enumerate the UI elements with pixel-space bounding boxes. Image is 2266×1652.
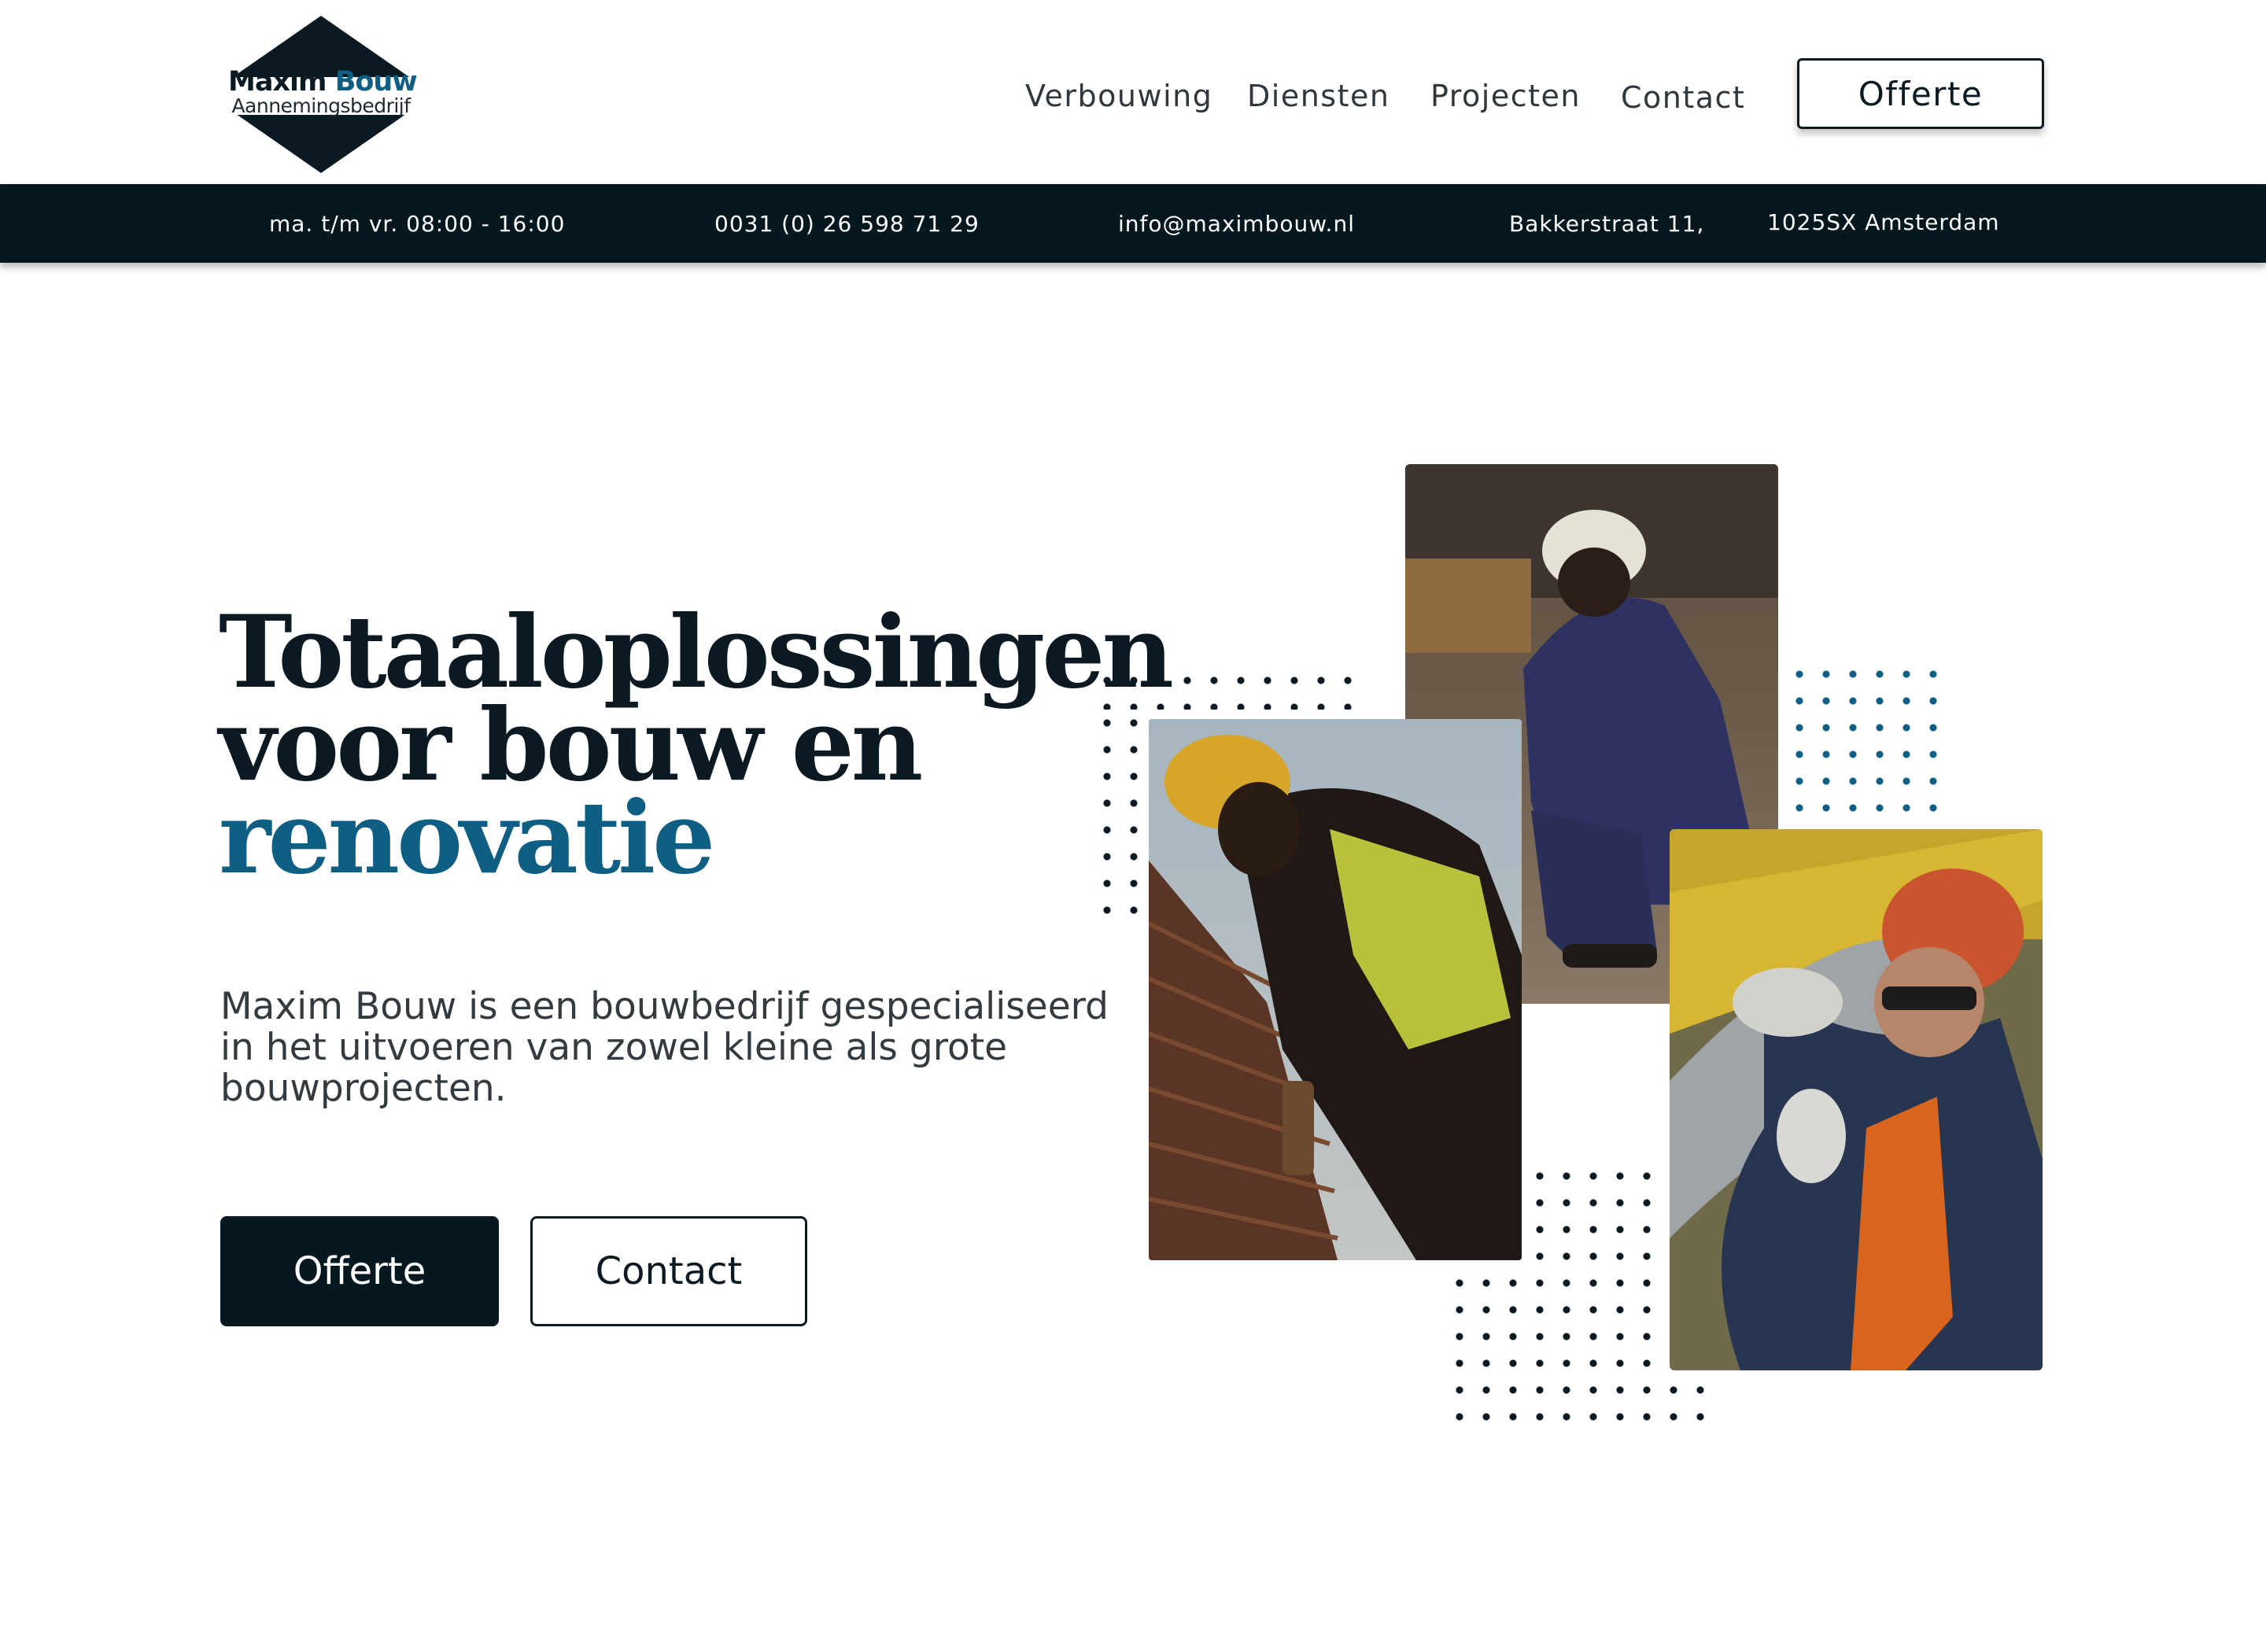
logo-name-part1: Maxim — [228, 66, 327, 98]
contact-button[interactable]: Contact — [530, 1216, 807, 1326]
dot-pattern-blue — [1786, 661, 1947, 821]
offerte-button[interactable]: Offerte — [220, 1216, 499, 1326]
opening-hours: ma. t/m vr. 08:00 - 16:00 — [269, 211, 566, 237]
phone-number[interactable]: 0031 (0) 26 598 71 29 — [714, 211, 980, 237]
headline-line-2: voor bouw en — [219, 687, 923, 803]
header-offerte-button[interactable]: Offerte — [1797, 58, 2044, 129]
nav-diensten[interactable]: Diensten — [1247, 79, 1389, 113]
nav-projecten[interactable]: Projecten — [1430, 79, 1581, 113]
address-city: 1025SX Amsterdam — [1767, 209, 2000, 235]
logo[interactable]: Maxim Bouw Aannemingsbedrijf — [228, 16, 418, 173]
address-street: Bakkerstraat 11, — [1509, 211, 1705, 237]
headline-accent: renovatie — [219, 780, 715, 896]
logo-subtitle: Aannemingsbedrijf — [231, 94, 411, 117]
nav-verbouwing[interactable]: Verbouwing — [1025, 79, 1212, 113]
dot-pattern-bottom-upper — [1526, 1163, 1660, 1273]
email-address[interactable]: info@maximbouw.nl — [1118, 211, 1355, 237]
hero-headline: Totaaloplossingen voor bouw en renovatie — [219, 594, 1174, 896]
nav-contact[interactable]: Contact — [1621, 80, 1745, 115]
dot-pattern-top — [1094, 667, 1361, 710]
dot-pattern-left — [1094, 710, 1147, 928]
headline-line-1: Totaaloplossingen — [219, 594, 1174, 710]
hero-lead-text: Maxim Bouw is een bouwbedrijf gespeciali… — [220, 985, 1109, 1110]
logo-title: Maxim Bouw — [228, 66, 418, 98]
worker-photo-pipe — [1670, 829, 2043, 1370]
contact-info-bar: ma. t/m vr. 08:00 - 16:00 0031 (0) 26 59… — [0, 184, 2266, 263]
logo-name-part2: Bouw — [334, 66, 418, 98]
worker-photo-hammer — [1149, 719, 1522, 1260]
site-header: Maxim Bouw Aannemingsbedrijf Verbouwing … — [0, 0, 2266, 184]
